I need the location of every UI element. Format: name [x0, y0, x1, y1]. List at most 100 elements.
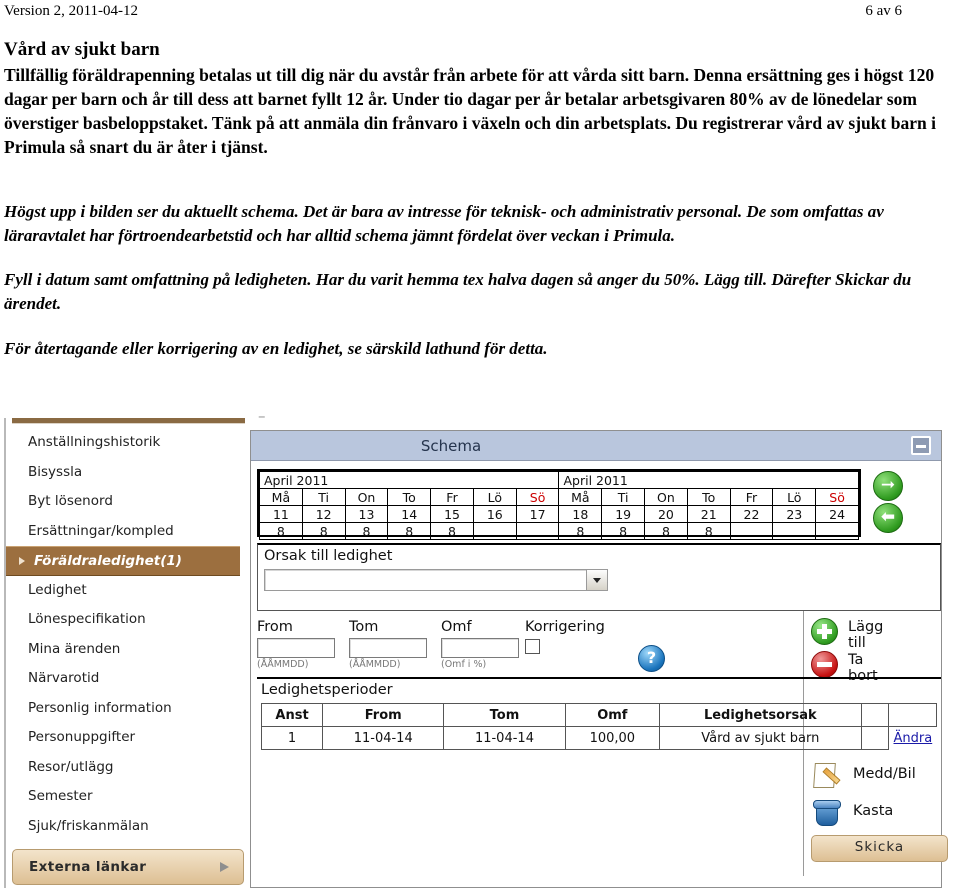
schema-prev-button[interactable]: ⬅ [873, 503, 903, 533]
periods-cell-tom: 11-04-14 [443, 726, 566, 750]
omf-input[interactable] [441, 638, 519, 658]
periods-col-ledighetsorsak: Ledighetsorsak [659, 703, 862, 727]
sidebar-item-sjuk-friskanm-lan[interactable]: Sjuk/friskanmälan [6, 812, 246, 842]
sidebar: Anställningshistorik Bisyssla Byt lösenord… [4, 418, 246, 888]
periods-cell-spacer [860, 726, 890, 750]
page-title: Vård av sjukt barn [4, 39, 160, 60]
schema-hours-2: 8 [344, 522, 389, 540]
sidebar-item-f-r-ldraledighet-1[interactable]: Föräldraledighet(1) [6, 546, 240, 576]
schema-day-4: 15 [430, 505, 474, 523]
periods-col-omf: Omf [564, 703, 661, 727]
schema-hours-3: 8 [387, 522, 432, 540]
schema-day-5: 16 [472, 505, 517, 523]
bottom-actions: Medd/Bil Kasta Skicka [811, 761, 951, 862]
sidebar-item-label: Anställningshistorik [28, 434, 161, 450]
schema-hours-9: 8 [644, 522, 688, 540]
sidebar-item-byt-l-senord[interactable]: Byt lösenord [6, 487, 246, 517]
sidebar-item-ers-ttningar-kompled[interactable]: Ersättningar/kompled [6, 517, 246, 547]
page-root: Version 2, 2011-04-12 6 av 6 Vård av sju… [0, 0, 960, 896]
tom-input[interactable] [349, 638, 427, 658]
korrigering-checkbox[interactable] [525, 639, 540, 654]
periods-header-row: Anst From Tom Omf Ledighetsorsak [260, 703, 937, 727]
schema-weekday-7: Må [558, 488, 603, 506]
omf-field-group: Omf (Omf i %) [441, 619, 519, 670]
schema-month-right: April 2011 [558, 471, 859, 489]
reason-label: Orsak till ledighet [264, 548, 393, 564]
arrow-left-icon: ⬅ [880, 507, 896, 527]
periods-section: Ledighetsperioder Anst From Tom Omf Ledighet… [257, 677, 941, 750]
schema-day-9: 20 [644, 505, 688, 523]
periods-cell-omf: 100,00 [564, 726, 661, 750]
schema-weekday-8: Ti [601, 488, 646, 506]
sidebar-item-n-rvarotid[interactable]: Närvarotid [6, 664, 246, 694]
schema-day-row: 11 12 13 14 15 16 17 18 19 20 21 22 23 24 [259, 505, 859, 523]
schema-hours-0: 8 [259, 522, 303, 540]
main-panel: Schema April 2011 April 2011 Må Ti On To Fr Lö… [250, 430, 948, 888]
schema-weekday-4: Fr [430, 488, 474, 506]
periods-col-spacer-6 [888, 703, 937, 727]
message-label: Medd/Bil [853, 766, 916, 782]
schema-day-13: 24 [815, 505, 859, 523]
from-field-group: From (ÅÅMMDD) [257, 619, 335, 670]
sidebar-item-label: Lönespecifikation [28, 611, 146, 627]
schema-weekday-row: Må Ti On To Fr Lö Sö Må Ti On To Fr Lö Sö [259, 488, 859, 506]
send-button[interactable]: Skicka [811, 835, 948, 862]
schema-weekday-5: Lö [472, 488, 517, 506]
note-paragraph-1: Högst upp i bilden ser du aktuellt schem… [4, 202, 884, 246]
panel-title-bar: Schema [251, 431, 941, 461]
schema-day-8: 19 [601, 505, 646, 523]
schema-weekday-0: Må [259, 488, 303, 506]
from-hint: (ÅÅMMDD) [257, 659, 309, 670]
message-row[interactable]: Medd/Bil [811, 761, 951, 798]
schema-month-left: April 2011 [258, 471, 560, 489]
schema-hours-13 [815, 522, 859, 540]
reason-select[interactable] [264, 569, 608, 591]
sidebar-item-label: Personuppgifter [28, 729, 136, 745]
schema-weekday-12: Lö [772, 488, 817, 506]
sidebar-item-bisyssla[interactable]: Bisyssla [6, 458, 246, 488]
sidebar-item-label: Sjuk/friskanmälan [28, 817, 149, 834]
application-screenshot: Anställningshistorik Bisyssla Byt lösenord… [0, 408, 948, 896]
chevron-down-icon [593, 578, 601, 583]
schema-day-2: 13 [344, 505, 389, 523]
sidebar-item-externa-lankar[interactable]: Externa länkar [12, 849, 244, 885]
sidebar-item-anst-llningshistorik[interactable]: Anställningshistorik [6, 428, 246, 458]
schema-weekday-3: To [387, 488, 432, 506]
periods-cell-anst: 1 [260, 726, 324, 750]
table-row: 1 11-04-14 11-04-14 100,00 Vård av sjukt bar… [260, 726, 937, 750]
arrow-right-icon: ➞ [880, 475, 896, 495]
sidebar-item-l-nespecifikation[interactable]: Lönespecifikation [6, 605, 246, 635]
plus-icon [811, 618, 838, 645]
korrigering-label: Korrigering [525, 619, 605, 635]
schema-month-row: April 2011 April 2011 [258, 471, 859, 489]
schema-next-button[interactable]: ➞ [873, 471, 903, 501]
tom-field-group: Tom (ÅÅMMDD) [349, 619, 427, 670]
sidebar-item-list: Anställningshistorik Bisyssla Byt lösenord… [6, 428, 246, 841]
schema-hours-row: 888888888 [259, 522, 859, 540]
schema-hours-8: 8 [601, 522, 646, 540]
schema-weekday-11: Fr [729, 488, 774, 506]
window-minimize-glyph[interactable]: – [258, 409, 272, 424]
periods-col-tom: Tom [443, 703, 566, 727]
note-paragraph-3: För återtagande eller korrigering av en … [4, 338, 548, 358]
sidebar-item-personlig-information[interactable]: Personlig information [6, 694, 246, 724]
document-body: Vård av sjukt barn Tillfällig föräldrape… [4, 38, 956, 160]
edit-link[interactable]: Ändra [894, 731, 933, 746]
omf-hint: (Omf i %) [441, 659, 487, 670]
panel-minimize-button[interactable] [911, 436, 931, 455]
sidebar-item-resor-utl-gg[interactable]: Resor/utlägg [6, 753, 246, 783]
sidebar-item-semester[interactable]: Semester [6, 782, 246, 812]
help-button[interactable]: ? [638, 645, 665, 672]
korrigering-group: Korrigering [525, 619, 605, 654]
from-input[interactable] [257, 638, 335, 658]
schema-day-12: 23 [772, 505, 817, 523]
discard-row[interactable]: Kasta [811, 798, 951, 835]
dropdown-button[interactable] [586, 570, 607, 590]
periods-cell-edit: Ändra [889, 727, 937, 750]
schema-weekday-10: To [686, 488, 731, 506]
sidebar-item-personuppgifter[interactable]: Personuppgifter [6, 723, 246, 753]
sidebar-item-ledighet[interactable]: Ledighet [6, 576, 246, 606]
periods-cell-orsak: Vård av sjukt barn [659, 726, 862, 750]
sidebar-item-mina-renden[interactable]: Mina ärenden [6, 635, 246, 665]
schema-hours-7: 8 [558, 522, 603, 540]
